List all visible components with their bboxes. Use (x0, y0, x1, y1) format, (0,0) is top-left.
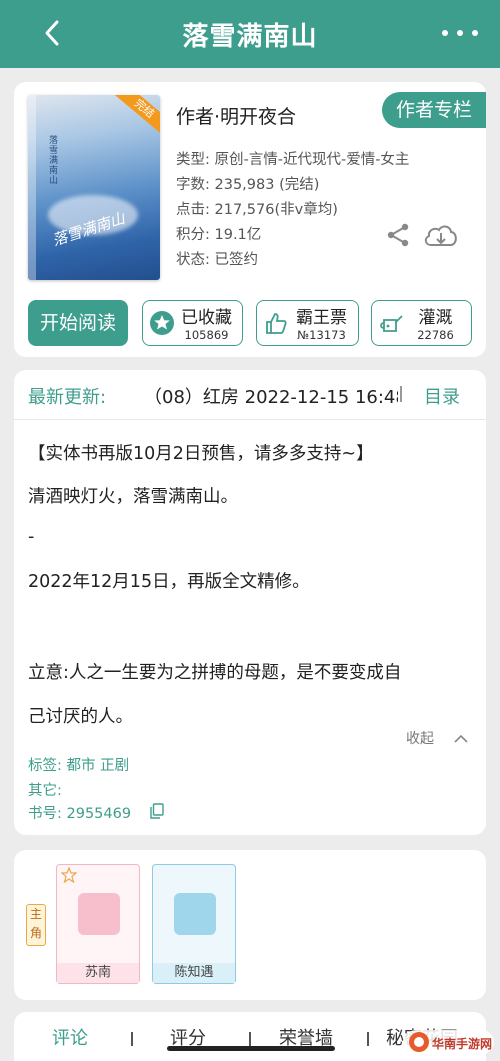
copy-icon[interactable] (150, 803, 164, 819)
collect-label: 已收藏 (181, 308, 232, 328)
character-avatar (78, 893, 120, 935)
ticket-count: №13173 (297, 328, 346, 342)
meta-status: 状态: 已签约 (176, 252, 258, 268)
irrigate-label: 灌溉 (418, 308, 453, 328)
character-name: 陈知遇 (153, 963, 235, 983)
table-of-contents-link[interactable]: 目录 (424, 383, 460, 409)
intro-line: 【实体书再版10月2日预售，请多多支持~】 (28, 444, 374, 464)
other-line: 其它: (28, 783, 62, 799)
book-info-card: 落雪满南山 落雪满南山 完结 作者·明开夜合 作者专栏 类型: 原创-言情-近代… (14, 82, 486, 357)
intro-line: - (28, 527, 35, 547)
completed-ribbon: 完结 (114, 95, 160, 136)
irrigate-count: 22786 (417, 328, 454, 342)
bawang-ticket-button[interactable]: 霸王票 №13173 (256, 300, 359, 346)
character-name: 苏南 (57, 963, 139, 983)
intro-line: 清酒映灯火，落雪满南山。 (28, 487, 238, 507)
meta-genre: 类型: 原创-言情-近代现代-爱情-女主 (176, 152, 410, 168)
intro-line: 2022年12月15日，再版全文精修。 (28, 572, 310, 592)
character-avatar (174, 893, 216, 935)
irrigate-button[interactable]: 灌溉 22786 (371, 300, 472, 346)
watermark-text: 华南手游网 (432, 1037, 493, 1051)
tab-comments[interactable]: 评论 (52, 1024, 88, 1050)
collect-count: 105869 (184, 328, 229, 342)
book-number: 书号: 2955469 (28, 806, 132, 822)
book-cover[interactable]: 落雪满南山 落雪满南山 完结 (28, 95, 160, 280)
character-card[interactable]: 苏南 (56, 864, 140, 984)
more-button[interactable] (442, 22, 478, 44)
star-icon (150, 311, 174, 335)
ticket-label: 霸王票 (296, 308, 347, 328)
home-indicator[interactable] (167, 1046, 335, 1051)
latest-update-row[interactable]: 最新更新: （08）红房 2022-12-15 16:48 目录 (14, 370, 486, 420)
page-title: 落雪满南山 (182, 22, 318, 52)
top-bar: 落雪满南山 (0, 0, 500, 68)
intro-card: 最新更新: （08）红房 2022-12-15 16:48 目录 【实体书再版1… (14, 370, 486, 835)
meta-clicks: 点击: 217,576(非v章均) (176, 202, 338, 218)
watering-can-icon (380, 315, 403, 332)
meta-points: 积分: 19.1亿 (176, 227, 262, 243)
latest-chapter-title[interactable]: （08）红房 2022-12-15 16:48 (144, 383, 398, 409)
thumbs-up-icon (266, 313, 287, 334)
collect-button[interactable]: 已收藏 105869 (142, 300, 243, 346)
protagonist-tag: 主角 (26, 904, 46, 946)
share-icon[interactable] (385, 222, 411, 248)
latest-update-label: 最新更新: (28, 387, 107, 408)
cover-sidetext: 落雪满南山 (47, 135, 57, 185)
intro-line: 己讨厌的人。 (28, 707, 133, 727)
tags-line[interactable]: 标签: 都市 正剧 (28, 754, 129, 775)
start-reading-button[interactable]: 开始阅读 (28, 300, 128, 346)
more-dots-icon (442, 30, 448, 36)
collapse-button[interactable]: 收起 (406, 728, 434, 748)
meta-word-count: 字数: 235,983 (完结) (176, 177, 320, 193)
characters-card: 主角 苏南 陈知遇 (14, 850, 486, 1000)
author-column-button[interactable]: 作者专栏 (382, 92, 486, 128)
chevron-up-icon[interactable] (454, 734, 468, 743)
star-icon (61, 867, 77, 883)
cloud-download-icon[interactable] (422, 221, 460, 251)
intro-line: 立意:人之一生要为之拼搏的母题，是不要变成自 (28, 663, 402, 683)
author-name[interactable]: 作者·明开夜合 (176, 102, 296, 129)
character-card[interactable]: 陈知遇 (152, 864, 236, 984)
